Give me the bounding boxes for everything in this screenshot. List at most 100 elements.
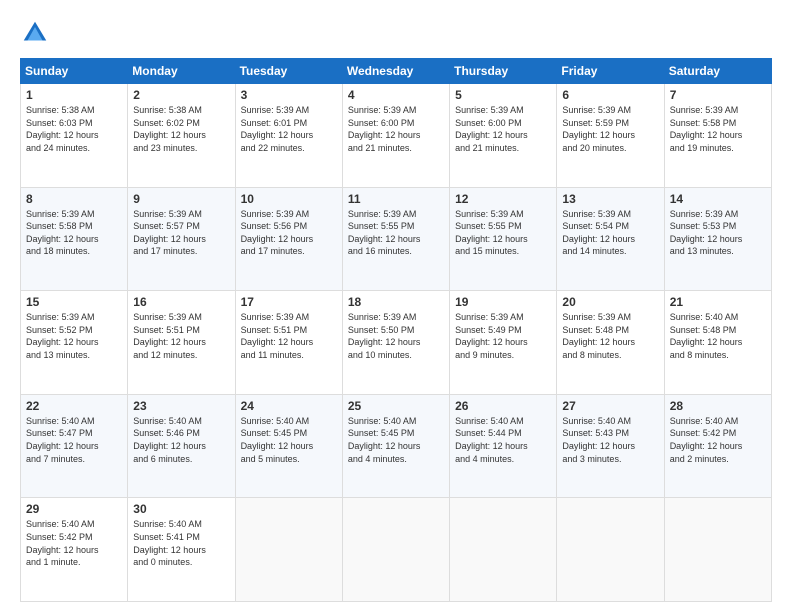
day-info: Sunrise: 5:40 AM Sunset: 5:43 PM Dayligh… xyxy=(562,415,659,465)
day-number: 5 xyxy=(455,88,552,102)
calendar: SundayMondayTuesdayWednesdayThursdayFrid… xyxy=(20,58,772,602)
logo xyxy=(20,18,54,48)
calendar-cell: 18 Sunrise: 5:39 AM Sunset: 5:50 PM Dayli… xyxy=(342,291,449,395)
calendar-week-row: 29 Sunrise: 5:40 AM Sunset: 5:42 PM Dayli… xyxy=(21,498,772,602)
day-info: Sunrise: 5:39 AM Sunset: 6:00 PM Dayligh… xyxy=(455,104,552,154)
calendar-week-row: 8 Sunrise: 5:39 AM Sunset: 5:58 PM Daylig… xyxy=(21,187,772,291)
calendar-cell: 27 Sunrise: 5:40 AM Sunset: 5:43 PM Dayli… xyxy=(557,394,664,498)
weekday-header: Saturday xyxy=(664,59,771,84)
day-info: Sunrise: 5:39 AM Sunset: 5:48 PM Dayligh… xyxy=(562,311,659,361)
day-number: 10 xyxy=(241,192,338,206)
day-number: 12 xyxy=(455,192,552,206)
day-info: Sunrise: 5:39 AM Sunset: 5:58 PM Dayligh… xyxy=(670,104,767,154)
calendar-cell: 14 Sunrise: 5:39 AM Sunset: 5:53 PM Dayli… xyxy=(664,187,771,291)
weekday-header: Monday xyxy=(128,59,235,84)
calendar-cell: 16 Sunrise: 5:39 AM Sunset: 5:51 PM Dayli… xyxy=(128,291,235,395)
day-number: 3 xyxy=(241,88,338,102)
logo-icon xyxy=(20,18,50,48)
day-info: Sunrise: 5:39 AM Sunset: 5:57 PM Dayligh… xyxy=(133,208,230,258)
calendar-cell: 30 Sunrise: 5:40 AM Sunset: 5:41 PM Dayli… xyxy=(128,498,235,602)
day-info: Sunrise: 5:38 AM Sunset: 6:02 PM Dayligh… xyxy=(133,104,230,154)
calendar-cell: 17 Sunrise: 5:39 AM Sunset: 5:51 PM Dayli… xyxy=(235,291,342,395)
day-info: Sunrise: 5:38 AM Sunset: 6:03 PM Dayligh… xyxy=(26,104,123,154)
day-number: 17 xyxy=(241,295,338,309)
day-number: 14 xyxy=(670,192,767,206)
calendar-cell: 22 Sunrise: 5:40 AM Sunset: 5:47 PM Dayli… xyxy=(21,394,128,498)
calendar-cell: 23Sunrise: 5:40 AM Sunset: 5:46 PM Dayli… xyxy=(128,394,235,498)
day-info: Sunrise: 5:39 AM Sunset: 5:52 PM Dayligh… xyxy=(26,311,123,361)
calendar-cell xyxy=(342,498,449,602)
day-info: Sunrise: 5:40 AM Sunset: 5:47 PM Dayligh… xyxy=(26,415,123,465)
day-info: Sunrise: 5:40 AM Sunset: 5:42 PM Dayligh… xyxy=(670,415,767,465)
calendar-cell: 29 Sunrise: 5:40 AM Sunset: 5:42 PM Dayli… xyxy=(21,498,128,602)
day-info: Sunrise: 5:39 AM Sunset: 5:51 PM Dayligh… xyxy=(133,311,230,361)
calendar-cell: 4 Sunrise: 5:39 AM Sunset: 6:00 PM Daylig… xyxy=(342,84,449,188)
day-number: 18 xyxy=(348,295,445,309)
day-number: 6 xyxy=(562,88,659,102)
day-info: Sunrise: 5:39 AM Sunset: 5:55 PM Dayligh… xyxy=(348,208,445,258)
day-info: Sunrise: 5:40 AM Sunset: 5:48 PM Dayligh… xyxy=(670,311,767,361)
calendar-cell: 12Sunrise: 5:39 AM Sunset: 5:55 PM Dayli… xyxy=(450,187,557,291)
day-number: 30 xyxy=(133,502,230,516)
day-number: 11 xyxy=(348,192,445,206)
day-number: 8 xyxy=(26,192,123,206)
weekday-header: Tuesday xyxy=(235,59,342,84)
calendar-cell xyxy=(557,498,664,602)
calendar-cell: 8 Sunrise: 5:39 AM Sunset: 5:58 PM Daylig… xyxy=(21,187,128,291)
calendar-cell: 19 Sunrise: 5:39 AM Sunset: 5:49 PM Dayli… xyxy=(450,291,557,395)
calendar-cell: 24 Sunrise: 5:40 AM Sunset: 5:45 PM Dayli… xyxy=(235,394,342,498)
calendar-cell: 26 Sunrise: 5:40 AM Sunset: 5:44 PM Dayli… xyxy=(450,394,557,498)
calendar-cell: 28Sunrise: 5:40 AM Sunset: 5:42 PM Dayli… xyxy=(664,394,771,498)
calendar-cell xyxy=(664,498,771,602)
weekday-header: Thursday xyxy=(450,59,557,84)
calendar-cell: 3 Sunrise: 5:39 AM Sunset: 6:01 PM Daylig… xyxy=(235,84,342,188)
calendar-cell: 13Sunrise: 5:39 AM Sunset: 5:54 PM Dayli… xyxy=(557,187,664,291)
page: SundayMondayTuesdayWednesdayThursdayFrid… xyxy=(0,0,792,612)
day-info: Sunrise: 5:40 AM Sunset: 5:44 PM Dayligh… xyxy=(455,415,552,465)
header xyxy=(20,18,772,48)
day-info: Sunrise: 5:39 AM Sunset: 5:49 PM Dayligh… xyxy=(455,311,552,361)
calendar-cell: 2Sunrise: 5:38 AM Sunset: 6:02 PM Daylig… xyxy=(128,84,235,188)
day-number: 22 xyxy=(26,399,123,413)
day-number: 15 xyxy=(26,295,123,309)
day-info: Sunrise: 5:39 AM Sunset: 5:51 PM Dayligh… xyxy=(241,311,338,361)
day-info: Sunrise: 5:39 AM Sunset: 5:50 PM Dayligh… xyxy=(348,311,445,361)
calendar-cell: 6 Sunrise: 5:39 AM Sunset: 5:59 PM Daylig… xyxy=(557,84,664,188)
weekday-header: Friday xyxy=(557,59,664,84)
day-number: 25 xyxy=(348,399,445,413)
weekday-header: Sunday xyxy=(21,59,128,84)
day-number: 23 xyxy=(133,399,230,413)
day-number: 27 xyxy=(562,399,659,413)
day-info: Sunrise: 5:39 AM Sunset: 6:01 PM Dayligh… xyxy=(241,104,338,154)
day-number: 16 xyxy=(133,295,230,309)
day-info: Sunrise: 5:40 AM Sunset: 5:42 PM Dayligh… xyxy=(26,518,123,568)
calendar-cell: 15 Sunrise: 5:39 AM Sunset: 5:52 PM Dayli… xyxy=(21,291,128,395)
day-info: Sunrise: 5:40 AM Sunset: 5:45 PM Dayligh… xyxy=(348,415,445,465)
calendar-cell: 7Sunrise: 5:39 AM Sunset: 5:58 PM Daylig… xyxy=(664,84,771,188)
calendar-cell: 20 Sunrise: 5:39 AM Sunset: 5:48 PM Dayli… xyxy=(557,291,664,395)
calendar-cell: 25 Sunrise: 5:40 AM Sunset: 5:45 PM Dayli… xyxy=(342,394,449,498)
day-number: 20 xyxy=(562,295,659,309)
day-info: Sunrise: 5:39 AM Sunset: 5:53 PM Dayligh… xyxy=(670,208,767,258)
day-number: 1 xyxy=(26,88,123,102)
calendar-cell xyxy=(235,498,342,602)
calendar-cell: 5 Sunrise: 5:39 AM Sunset: 6:00 PM Daylig… xyxy=(450,84,557,188)
day-number: 29 xyxy=(26,502,123,516)
day-number: 19 xyxy=(455,295,552,309)
day-number: 26 xyxy=(455,399,552,413)
weekday-header-row: SundayMondayTuesdayWednesdayThursdayFrid… xyxy=(21,59,772,84)
day-number: 4 xyxy=(348,88,445,102)
day-info: Sunrise: 5:40 AM Sunset: 5:41 PM Dayligh… xyxy=(133,518,230,568)
calendar-cell: 11 Sunrise: 5:39 AM Sunset: 5:55 PM Dayli… xyxy=(342,187,449,291)
calendar-cell: 21 Sunrise: 5:40 AM Sunset: 5:48 PM Dayli… xyxy=(664,291,771,395)
calendar-week-row: 22 Sunrise: 5:40 AM Sunset: 5:47 PM Dayli… xyxy=(21,394,772,498)
day-number: 21 xyxy=(670,295,767,309)
day-info: Sunrise: 5:39 AM Sunset: 5:59 PM Dayligh… xyxy=(562,104,659,154)
day-info: Sunrise: 5:39 AM Sunset: 6:00 PM Dayligh… xyxy=(348,104,445,154)
day-number: 9 xyxy=(133,192,230,206)
day-info: Sunrise: 5:39 AM Sunset: 5:58 PM Dayligh… xyxy=(26,208,123,258)
day-info: Sunrise: 5:39 AM Sunset: 5:54 PM Dayligh… xyxy=(562,208,659,258)
day-info: Sunrise: 5:40 AM Sunset: 5:45 PM Dayligh… xyxy=(241,415,338,465)
calendar-week-row: 1 Sunrise: 5:38 AM Sunset: 6:03 PM Daylig… xyxy=(21,84,772,188)
day-number: 24 xyxy=(241,399,338,413)
